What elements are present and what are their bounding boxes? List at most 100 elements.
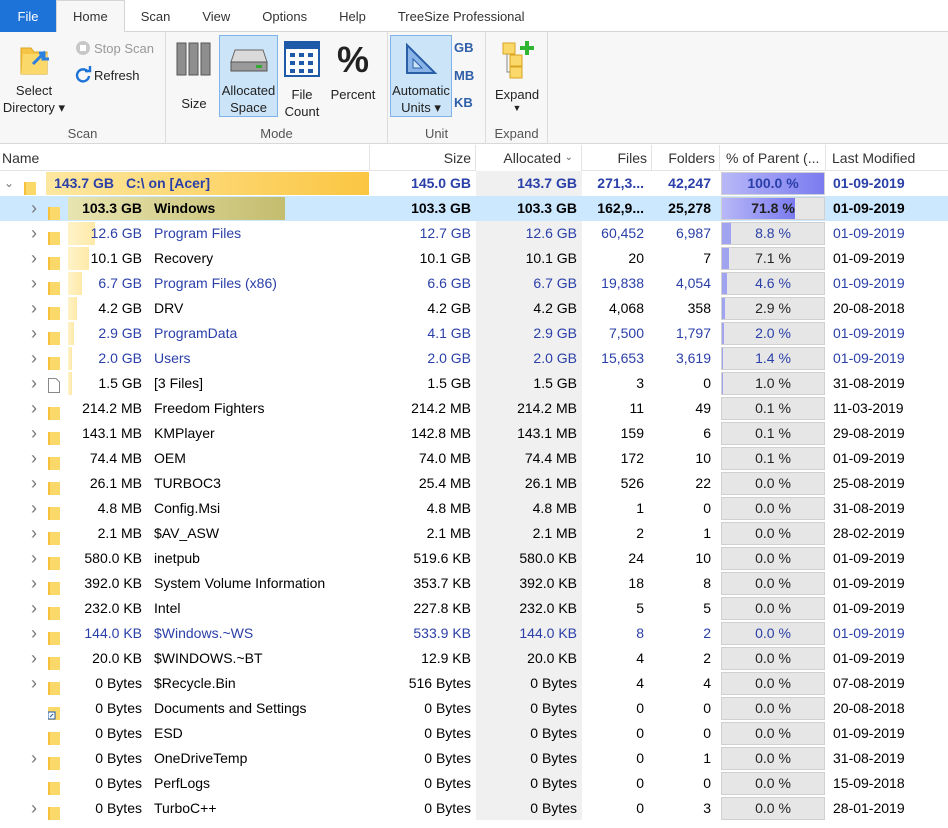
item-name[interactable]: Program Files (154, 221, 369, 246)
item-name[interactable]: [3 Files] (154, 371, 369, 396)
allocated-space-button[interactable]: Allocated Space (219, 35, 278, 117)
table-row[interactable]: › 103.3 GB Windows 103.3 GB 103.3 GB 162,9...… (0, 196, 948, 221)
item-name[interactable]: PerfLogs (154, 771, 369, 796)
item-name[interactable]: Config.Msi (154, 496, 369, 521)
item-name[interactable]: Windows (154, 196, 369, 221)
table-row[interactable]: › 580.0 KB inetpub 519.6 KB 580.0 KB 24 10 0.0 … (0, 546, 948, 571)
chevron-right-icon[interactable]: › (27, 646, 41, 671)
table-row[interactable]: › 10.1 GB Recovery 10.1 GB 10.1 GB 20 7 7.1 % 01… (0, 246, 948, 271)
item-name[interactable]: Recovery (154, 246, 369, 271)
item-name[interactable]: $WINDOWS.~BT (154, 646, 369, 671)
item-name[interactable]: inetpub (154, 546, 369, 571)
chevron-right-icon[interactable]: › (27, 421, 41, 446)
item-name[interactable]: Intel (154, 596, 369, 621)
chevron-right-icon[interactable]: › (27, 296, 41, 321)
item-name[interactable]: $Windows.~WS (154, 621, 369, 646)
table-row[interactable]: › 0 Bytes OneDriveTemp 0 Bytes 0 Bytes 0 1 0.0 … (0, 746, 948, 771)
table-row[interactable]: › 6.7 GB Program Files (x86) 6.6 GB 6.7 GB 19… (0, 271, 948, 296)
chevron-right-icon[interactable]: › (27, 596, 41, 621)
chevron-right-icon[interactable]: › (27, 321, 41, 346)
chevron-right-icon[interactable]: › (27, 346, 41, 371)
chevron-right-icon[interactable]: › (27, 671, 41, 696)
chevron-right-icon[interactable]: › (27, 546, 41, 571)
item-name[interactable]: OEM (154, 446, 369, 471)
item-name[interactable]: TurboC++ (154, 796, 369, 821)
chevron-right-icon[interactable]: › (27, 496, 41, 521)
item-name[interactable]: C:\ on [Acer] (126, 171, 341, 196)
table-row[interactable]: › 1.5 GB [3 Files] 1.5 GB 1.5 GB 3 0 1.0 % 31-08… (0, 371, 948, 396)
table-row[interactable]: › 232.0 KB Intel 227.8 KB 232.0 KB 5 5 0.0 % 01-… (0, 596, 948, 621)
column-percent-of-parent[interactable]: % of Parent (... (720, 145, 826, 171)
column-folders[interactable]: Folders (652, 145, 720, 171)
table-row[interactable]: 0 Bytes PerfLogs 0 Bytes 0 Bytes 0 0 0.0 % 15-0… (0, 771, 948, 796)
table-row[interactable]: 0 Bytes Documents and Settings 0 Bytes 0 By… (0, 696, 948, 721)
menu-file[interactable]: File (0, 0, 56, 32)
chevron-right-icon[interactable]: › (27, 746, 41, 771)
chevron-right-icon[interactable]: › (27, 521, 41, 546)
chevron-right-icon[interactable]: › (27, 196, 41, 221)
file-count-button[interactable]: File Count (280, 36, 324, 120)
table-row[interactable]: › 2.9 GB ProgramData 4.1 GB 2.9 GB 7,500 1,797… (0, 321, 948, 346)
select-directory-button[interactable]: Select Directory ▾ (2, 36, 66, 116)
chevron-right-icon[interactable]: › (27, 246, 41, 271)
item-name[interactable]: OneDriveTemp (154, 746, 369, 771)
item-name[interactable]: $Recycle.Bin (154, 671, 369, 696)
chevron-down-icon[interactable]: ⌄ (2, 171, 16, 196)
chevron-right-icon[interactable]: › (27, 371, 41, 396)
refresh-button[interactable]: Refresh (72, 66, 140, 84)
chevron-right-icon[interactable]: › (27, 271, 41, 296)
chevron-right-icon[interactable]: › (27, 396, 41, 421)
item-name[interactable]: KMPlayer (154, 421, 369, 446)
item-name[interactable]: Freedom Fighters (154, 396, 369, 421)
item-name[interactable]: Program Files (x86) (154, 271, 369, 296)
column-allocated[interactable]: Allocated ⌄ (476, 145, 582, 171)
menu-treesize-professional[interactable]: TreeSize Professional (382, 0, 541, 32)
table-row[interactable]: › 2.0 GB Users 2.0 GB 2.0 GB 15,653 3,619 1.4 %… (0, 346, 948, 371)
unit-mb-button[interactable]: MB (454, 68, 474, 83)
table-row[interactable]: 0 Bytes ESD 0 Bytes 0 Bytes 0 0 0.0 % 01-09-201… (0, 721, 948, 746)
item-name[interactable]: Documents and Settings (154, 696, 369, 721)
item-name[interactable]: ESD (154, 721, 369, 746)
table-row[interactable]: › 20.0 KB $WINDOWS.~BT 12.9 KB 20.0 KB 4 2 0.0 … (0, 646, 948, 671)
table-row[interactable]: › 143.1 MB KMPlayer 142.8 MB 143.1 MB 159 6 0.1… (0, 421, 948, 446)
menu-home[interactable]: Home (56, 0, 125, 33)
column-size[interactable]: Size (370, 145, 476, 171)
unit-gb-button[interactable]: GB (454, 40, 474, 55)
menu-options[interactable]: Options (246, 0, 323, 32)
percent-button[interactable]: % Percent (327, 36, 379, 103)
column-files[interactable]: Files (582, 145, 652, 171)
stop-scan-button[interactable]: Stop Scan (72, 40, 154, 56)
table-row[interactable]: › 214.2 MB Freedom Fighters 214.2 MB 214.2 M… (0, 396, 948, 421)
chevron-right-icon[interactable]: › (27, 221, 41, 246)
table-row[interactable]: › 12.6 GB Program Files 12.7 GB 12.6 GB 60,45… (0, 221, 948, 246)
table-row[interactable]: › 0 Bytes $Recycle.Bin 516 Bytes 0 Bytes 4 4 0.… (0, 671, 948, 696)
item-name[interactable]: System Volume Information (154, 571, 369, 596)
menu-view[interactable]: View (186, 0, 246, 32)
chevron-right-icon[interactable]: › (27, 446, 41, 471)
item-name[interactable]: ProgramData (154, 321, 369, 346)
chevron-right-icon[interactable]: › (27, 471, 41, 496)
automatic-units-button[interactable]: Automatic Units ▾ (390, 35, 452, 117)
item-name[interactable]: TURBOC3 (154, 471, 369, 496)
chevron-right-icon[interactable]: › (27, 796, 41, 821)
menu-scan[interactable]: Scan (125, 0, 187, 32)
table-row[interactable]: › 4.2 GB DRV 4.2 GB 4.2 GB 4,068 358 2.9 % 20-08… (0, 296, 948, 321)
size-button[interactable]: Size (172, 36, 216, 112)
table-row[interactable]: › 144.0 KB $Windows.~WS 533.9 KB 144.0 KB 8 2 0… (0, 621, 948, 646)
expand-button[interactable]: Expand ▼ (490, 36, 544, 113)
table-row[interactable]: › 26.1 MB TURBOC3 25.4 MB 26.1 MB 526 22 0.0 % 2… (0, 471, 948, 496)
item-name[interactable]: Users (154, 346, 369, 371)
menu-help[interactable]: Help (323, 0, 382, 32)
table-row[interactable]: › 4.8 MB Config.Msi 4.8 MB 4.8 MB 1 0 0.0 % 31-0… (0, 496, 948, 521)
table-row[interactable]: › 2.1 MB $AV_ASW 2.1 MB 2.1 MB 2 1 0.0 % 28-02-2… (0, 521, 948, 546)
item-name[interactable]: $AV_ASW (154, 521, 369, 546)
table-row[interactable]: ⌄ 143.7 GB C:\ on [Acer] 145.0 GB 143.7 GB 27… (0, 171, 948, 196)
column-last-modified[interactable]: Last Modified (826, 145, 948, 171)
table-row[interactable]: › 0 Bytes TurboC++ 0 Bytes 0 Bytes 0 3 0.0 % 28-… (0, 796, 948, 821)
chevron-right-icon[interactable]: › (27, 571, 41, 596)
chevron-right-icon[interactable]: › (27, 621, 41, 646)
item-name[interactable]: DRV (154, 296, 369, 321)
unit-kb-button[interactable]: KB (454, 95, 473, 110)
table-row[interactable]: › 74.4 MB OEM 74.0 MB 74.4 MB 172 10 0.1 % 01-09… (0, 446, 948, 471)
table-row[interactable]: › 392.0 KB System Volume Information 353.7 … (0, 571, 948, 596)
